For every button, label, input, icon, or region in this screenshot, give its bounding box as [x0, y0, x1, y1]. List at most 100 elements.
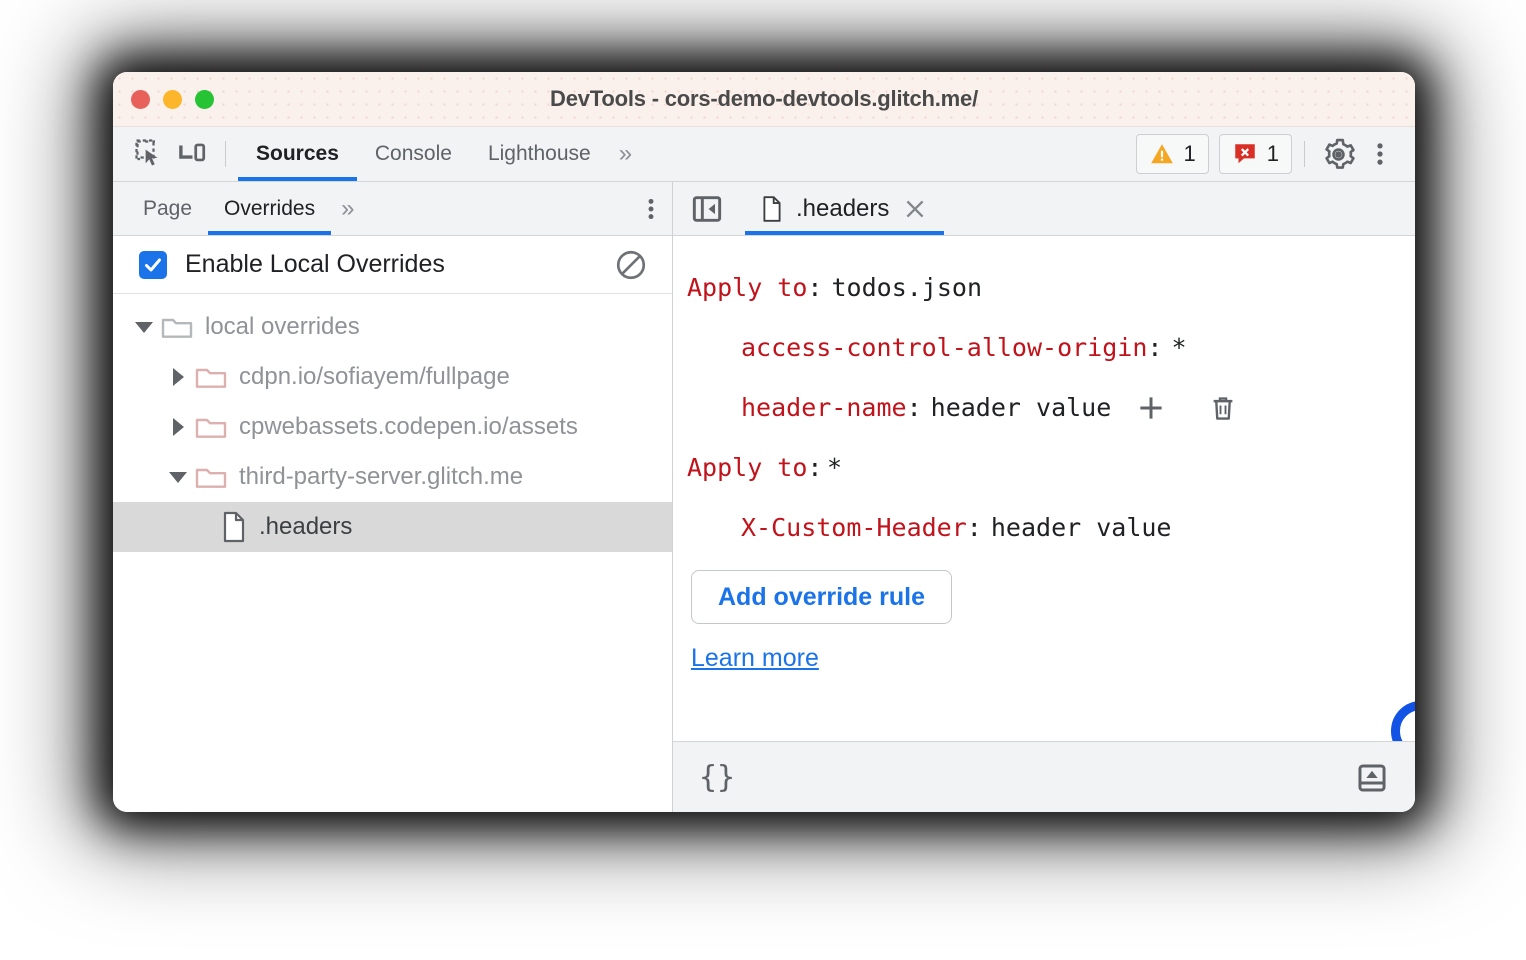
- checkmark-icon: [145, 258, 161, 271]
- tree-row-cdpn[interactable]: cdpn.io/sofiayem/fullpage: [113, 352, 672, 402]
- editor-status-bar: {}: [673, 741, 1415, 812]
- tree-row-headers-file[interactable]: .headers: [113, 502, 672, 552]
- header-row-actions: [1129, 386, 1245, 430]
- headers-editor-pane: .headers Apply to: todos.json access-cont…: [673, 182, 1415, 812]
- editor-tab-headers[interactable]: .headers: [745, 182, 945, 235]
- plus-icon: [1140, 397, 1162, 419]
- tab-lighthouse[interactable]: Lighthouse: [470, 127, 609, 181]
- tree-row-cpwebassets[interactable]: cpwebassets.codepen.io/assets: [113, 402, 672, 452]
- twisty-collapsed[interactable]: [165, 368, 191, 386]
- toggle-device-toolbar-button[interactable]: [171, 134, 213, 174]
- apply-to-row-1[interactable]: Apply to: todos.json: [673, 258, 1415, 318]
- toolbar-divider-2: [1304, 141, 1305, 167]
- add-override-rule-button[interactable]: Add override rule: [691, 570, 952, 624]
- warning-count: 1: [1183, 141, 1196, 166]
- folder-icon: [195, 364, 227, 390]
- kebab-menu-icon: [1377, 143, 1383, 165]
- navigator-more-options-button[interactable]: [630, 189, 672, 229]
- sidebar-tab-page[interactable]: Page: [127, 182, 208, 235]
- settings-button[interactable]: [1317, 134, 1359, 174]
- editor-tab-strip: .headers: [673, 182, 1415, 236]
- header-colon: :: [906, 393, 922, 422]
- tree-row-third-party-server[interactable]: third-party-server.glitch.me: [113, 452, 672, 502]
- devtools-body: Page Overrides » Enable Local Overrides …: [113, 182, 1415, 812]
- tab-console[interactable]: Console: [357, 127, 470, 181]
- error-count-badge[interactable]: 1: [1218, 134, 1292, 174]
- header-row-acao[interactable]: access-control-allow-origin: *: [673, 318, 1415, 378]
- header-value[interactable]: *: [1171, 318, 1186, 378]
- file-icon: [221, 511, 247, 543]
- show-drawer-icon: [1358, 763, 1386, 792]
- headers-rules-editor: Apply to: todos.json access-control-allow…: [673, 236, 1415, 741]
- tree-label: cpwebassets.codepen.io/assets: [239, 413, 578, 440]
- apply-to-colon: :: [807, 453, 823, 482]
- enable-local-overrides-label: Enable Local Overrides: [185, 250, 445, 278]
- more-panels-button[interactable]: »: [609, 140, 637, 168]
- tree-label: cdpn.io/sofiayem/fullpage: [239, 363, 510, 390]
- learn-more-link[interactable]: Learn more: [691, 644, 819, 673]
- apply-to-value[interactable]: *: [827, 438, 842, 498]
- devtools-window: DevTools - cors-demo-devtools.glitch.me/…: [113, 72, 1415, 812]
- tree-label: third-party-server.glitch.me: [239, 463, 524, 490]
- folder-icon: [195, 414, 227, 440]
- file-icon: [763, 195, 781, 222]
- sidebar-tab-overrides[interactable]: Overrides: [208, 182, 332, 235]
- window-title-bar: DevTools - cors-demo-devtools.glitch.me/: [113, 72, 1415, 127]
- twisty-collapsed[interactable]: [165, 418, 191, 436]
- collapse-sidebar-icon: [692, 195, 722, 222]
- annotation-highlight-apply-to-wildcard: [1391, 701, 1415, 741]
- header-name-value[interactable]: X-Custom-Header: [741, 498, 967, 558]
- header-row-custom[interactable]: header-name: header value: [673, 378, 1415, 438]
- window-title: DevTools - cors-demo-devtools.glitch.me/: [550, 86, 978, 111]
- folder-icon: [195, 464, 227, 490]
- error-badge-icon: [1235, 144, 1255, 164]
- apply-to-row-2[interactable]: Apply to: *: [673, 438, 1415, 498]
- tree-label: .headers: [259, 513, 353, 540]
- delete-header-button[interactable]: [1201, 386, 1245, 430]
- add-header-button[interactable]: [1129, 386, 1173, 430]
- more-options-button[interactable]: [1359, 134, 1401, 174]
- header-colon: :: [1147, 333, 1163, 362]
- apply-to-value[interactable]: todos.json: [832, 258, 983, 318]
- apply-to-label: Apply to: [687, 273, 808, 302]
- device-toolbar-icon: [178, 143, 205, 161]
- show-drawer-button[interactable]: [1351, 758, 1393, 798]
- folder-icon: [161, 314, 193, 340]
- navigator-sidebar: Page Overrides » Enable Local Overrides …: [113, 182, 673, 812]
- header-value[interactable]: header value: [931, 378, 1112, 438]
- gear-icon: [1324, 138, 1355, 169]
- clear-overrides-icon: [616, 250, 646, 279]
- navigator-tabs: Page Overrides »: [113, 182, 672, 236]
- pretty-print-button[interactable]: {}: [699, 760, 735, 795]
- warning-count-badge[interactable]: 1: [1135, 134, 1209, 174]
- more-navigator-tabs-button[interactable]: »: [331, 195, 359, 223]
- header-value[interactable]: header value: [991, 498, 1172, 558]
- tab-sources[interactable]: Sources: [238, 127, 357, 181]
- enable-local-overrides-row[interactable]: Enable Local Overrides: [113, 236, 672, 294]
- editor-tab-label: .headers: [796, 194, 890, 222]
- devtools-main-toolbar: Sources Console Lighthouse » 1 1: [113, 127, 1415, 182]
- twisty-expanded[interactable]: [165, 471, 191, 483]
- close-icon[interactable]: [902, 196, 928, 222]
- kebab-menu-icon: [648, 198, 654, 219]
- header-row-x-custom[interactable]: X-Custom-Header: header value: [673, 498, 1415, 558]
- header-name-value[interactable]: header-name: [741, 378, 907, 438]
- overrides-file-tree: local overrides cdpn.io/sofiayem/fullpag…: [113, 294, 672, 812]
- enable-local-overrides-checkbox[interactable]: [139, 250, 167, 279]
- collapse-sidebar-button[interactable]: [687, 189, 727, 229]
- toolbar-divider: [225, 141, 226, 167]
- trash-icon: [1213, 397, 1233, 420]
- clear-overrides-button[interactable]: [610, 245, 652, 285]
- header-colon: :: [966, 513, 982, 542]
- tree-label: local overrides: [205, 313, 360, 340]
- error-count: 1: [1266, 141, 1279, 166]
- twisty-expanded[interactable]: [131, 321, 157, 333]
- apply-to-label: Apply to: [687, 453, 808, 482]
- inspect-element-icon: [135, 139, 158, 166]
- add-rule-container: Add override rule: [673, 570, 1415, 630]
- tree-row-local-overrides[interactable]: local overrides: [113, 302, 672, 352]
- apply-to-colon: :: [807, 273, 823, 302]
- warning-triangle-icon: [1150, 144, 1173, 164]
- inspect-element-button[interactable]: [129, 134, 171, 174]
- header-name-value[interactable]: access-control-allow-origin: [741, 318, 1147, 378]
